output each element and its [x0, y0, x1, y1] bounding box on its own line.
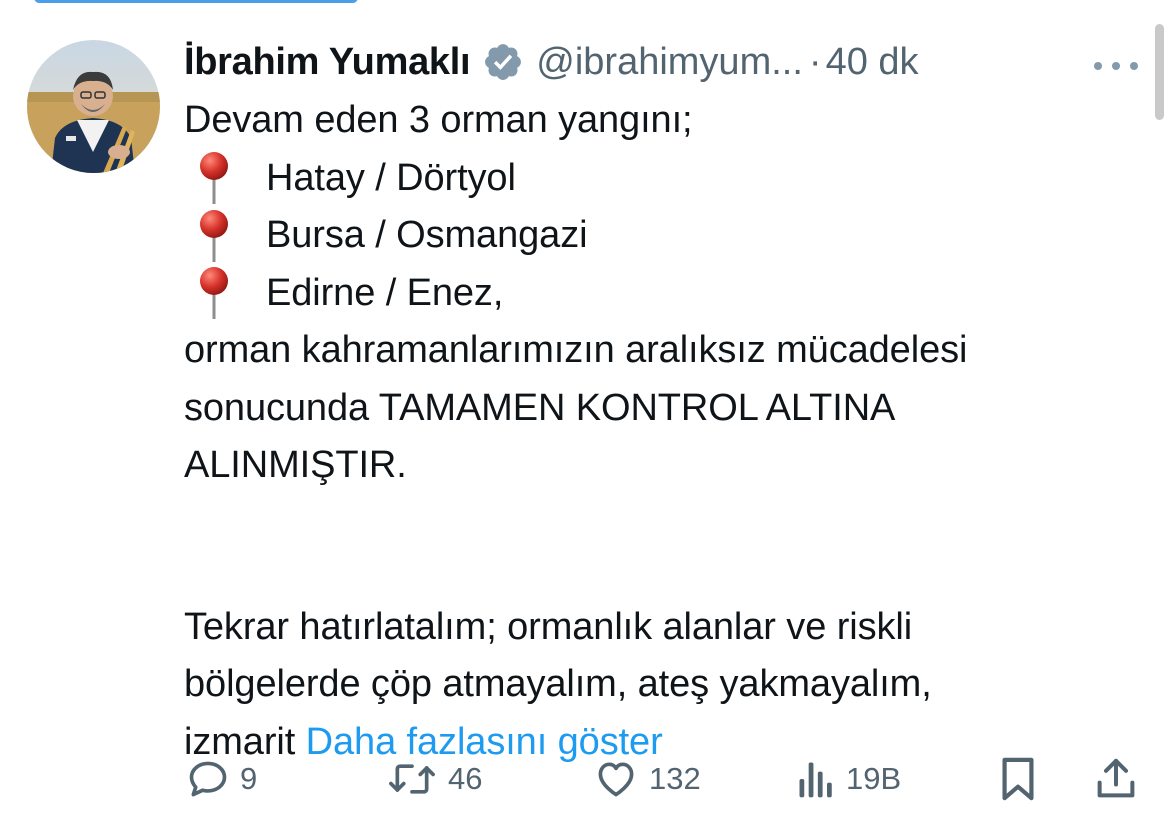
pin-icon: [200, 152, 228, 205]
retweet-icon: [389, 764, 435, 794]
location-line: Hatay / Dörtyol: [184, 150, 1144, 208]
tweet-line: orman kahramanlarımızın aralıksız mücade…: [184, 329, 968, 371]
location-text: Bursa / Osmangazi: [266, 214, 588, 256]
share-button[interactable]: [1096, 754, 1136, 804]
separator-dot: ·: [808, 40, 822, 83]
bookmark-icon: [1002, 757, 1034, 801]
author-handle[interactable]: @ibrahimyum...: [536, 41, 803, 84]
action-bar: 9 46 132 19B: [186, 754, 1136, 804]
location-text: Hatay / Dörtyol: [266, 156, 516, 199]
pin-icon: [200, 267, 228, 320]
tweet-line: ALINMIŞTIR.: [184, 444, 407, 486]
like-icon: [598, 762, 634, 797]
location-line: Edirne / Enez,: [184, 265, 1144, 323]
display-name[interactable]: İbrahim Yumaklı: [184, 41, 471, 84]
views-count: 19B: [846, 761, 902, 796]
tweet-line: sonucunda TAMAMEN KONTROL ALTINA: [184, 386, 896, 429]
avatar[interactable]: [27, 40, 160, 173]
like-button[interactable]: 132: [593, 754, 701, 804]
share-icon: [1097, 758, 1135, 798]
scrollbar[interactable]: [1155, 24, 1164, 120]
views-button[interactable]: 19B: [796, 754, 901, 804]
bookmark-button[interactable]: [998, 754, 1038, 804]
tweet-line: bölgelerde çöp atmayalım, ateş yakmayalı…: [184, 663, 932, 705]
reply-button[interactable]: 9: [186, 754, 257, 804]
top-partial-element: [34, 0, 358, 3]
reply-count: 9: [240, 761, 258, 796]
tweet-line: Tekrar hatırlatalım; ormanlık alanlar ve…: [184, 605, 913, 648]
retweet-button[interactable]: 46: [386, 754, 482, 804]
tweet-header: İbrahim Yumaklı @ibrahimyum... · 40 dk: [184, 36, 1144, 88]
tweet-line: Devam eden 3 orman yangını;: [184, 99, 693, 141]
like-count: 132: [649, 761, 701, 796]
location-text: Edirne / Enez,: [266, 271, 504, 314]
more-icon[interactable]: [1093, 58, 1139, 70]
timestamp[interactable]: 40 dk: [826, 41, 919, 84]
retweet-count: 46: [448, 761, 483, 796]
views-icon: [799, 762, 832, 798]
location-line: Bursa / Osmangazi: [184, 207, 1144, 265]
verified-badge-icon[interactable]: [482, 41, 524, 83]
pin-icon: [200, 209, 228, 262]
reply-icon: [189, 761, 227, 797]
tweet-text: Devam eden 3 orman yangını; Hatay / Dört…: [184, 92, 1144, 771]
